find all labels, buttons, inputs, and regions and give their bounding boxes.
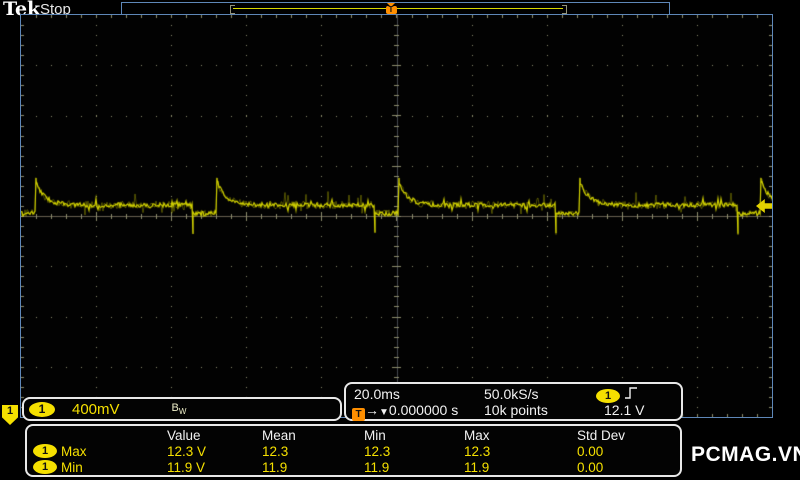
measurement-stddev: 0.00 bbox=[577, 444, 604, 459]
record-length: 10k points bbox=[484, 402, 548, 418]
row-channel-badge: 1 bbox=[33, 444, 57, 458]
measurement-name: Max bbox=[61, 444, 87, 459]
measurement-min: 12.3 bbox=[364, 444, 391, 459]
marker-down-icon: ▼ bbox=[379, 407, 389, 418]
channel-readout: 1 400mV BW bbox=[22, 397, 342, 421]
bandwidth-b: B bbox=[171, 401, 179, 414]
window-left-bracket-icon bbox=[230, 5, 235, 14]
trigger-position-readout: T →▼0.000000 s bbox=[352, 402, 458, 421]
measurement-max: 12.3 bbox=[464, 444, 491, 459]
rising-edge-icon bbox=[624, 387, 637, 399]
column-header-mean: Mean bbox=[262, 428, 296, 443]
horizontal-trigger-readout: 20.0ms 50.0kS/s 1 T →▼0.000000 s 10k poin… bbox=[344, 382, 683, 421]
measurement-value: 11.9 V bbox=[167, 460, 206, 475]
measurement-min: 11.9 bbox=[364, 460, 390, 475]
trigger-position-marker-mini: T bbox=[384, 3, 398, 14]
trigger-t-icon: T bbox=[352, 408, 365, 421]
trigger-source-badge: 1 bbox=[596, 389, 620, 403]
bandwidth-limit-icon: BW bbox=[172, 402, 187, 416]
measurement-mean: 12.3 bbox=[262, 444, 289, 459]
sample-rate: 50.0kS/s bbox=[484, 386, 539, 402]
bandwidth-w: W bbox=[178, 407, 187, 417]
measurement-mean: 11.9 bbox=[262, 460, 288, 475]
arrow-right-icon: → bbox=[365, 402, 379, 418]
time-per-div: 20.0ms bbox=[354, 386, 400, 402]
measurement-stddev: 0.00 bbox=[577, 460, 604, 475]
measurement-table: Value Mean Min Max Std Dev 1 Max 12.3 V … bbox=[25, 424, 682, 477]
waveform-display bbox=[21, 15, 772, 417]
column-header-min: Min bbox=[364, 428, 386, 443]
column-header-value: Value bbox=[167, 428, 201, 443]
vertical-scale: 400mV bbox=[72, 400, 120, 418]
column-header-max: Max bbox=[464, 428, 490, 443]
oscilloscope-screen: Tek Stop T T 1 1 400mV BW 20.0ms 50.0kS/… bbox=[0, 0, 800, 480]
acquisition-window-line bbox=[233, 8, 563, 9]
row-channel-badge: 1 bbox=[33, 460, 57, 474]
measurement-max: 11.9 bbox=[464, 460, 490, 475]
column-header-stddev: Std Dev bbox=[577, 428, 626, 443]
watermark: PCMAG.VN bbox=[691, 443, 800, 466]
channel1-position-marker: 1 bbox=[2, 405, 18, 425]
graticule bbox=[20, 14, 773, 418]
trigger-level: 12.1 V bbox=[604, 402, 645, 418]
trigger-delay: 0.000000 s bbox=[388, 402, 459, 418]
trigger-t-icon: T bbox=[385, 6, 397, 14]
window-right-bracket-icon bbox=[562, 5, 567, 14]
channel-badge: 1 bbox=[29, 401, 55, 417]
measurement-value: 12.3 V bbox=[167, 444, 207, 459]
trigger-source: 1 bbox=[596, 386, 638, 403]
measurement-name: Min bbox=[61, 460, 83, 475]
